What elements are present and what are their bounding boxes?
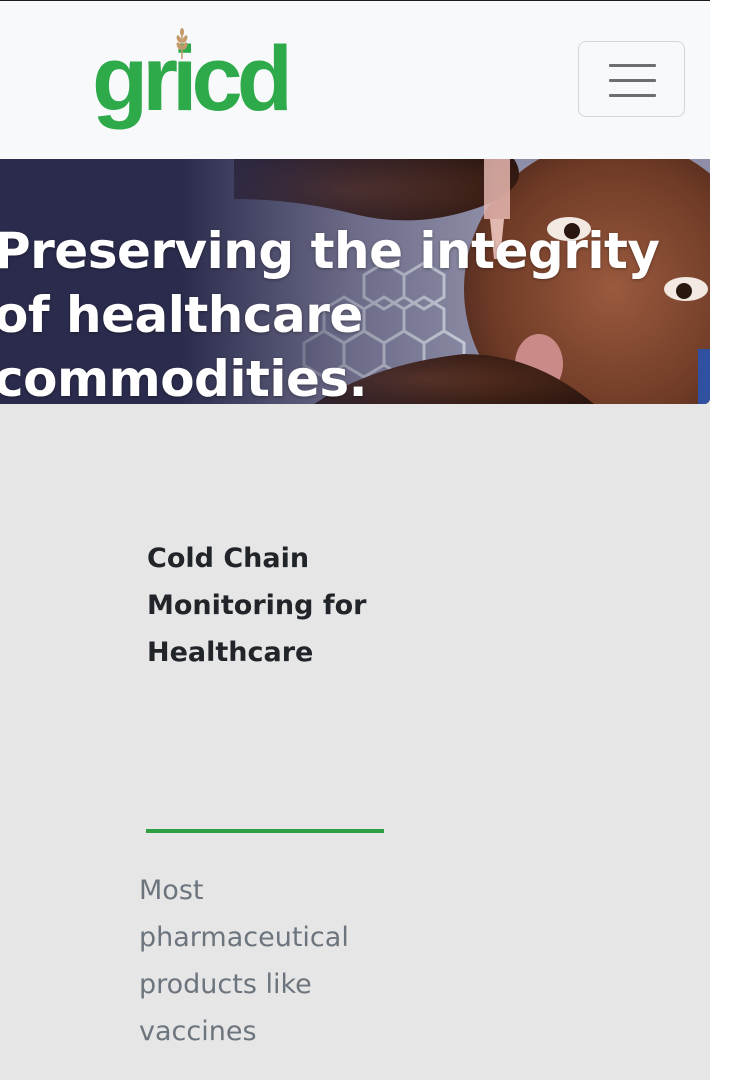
hero-title: Preserving the integrity of healthcare c… bbox=[0, 222, 660, 404]
brand-logo[interactable]: gricd bbox=[92, 23, 293, 135]
menu-toggle-button[interactable] bbox=[578, 41, 685, 117]
page-edge bbox=[710, 0, 732, 1080]
hamburger-icon-bar-bottom bbox=[609, 94, 656, 97]
hamburger-icon-bar-top bbox=[609, 64, 656, 67]
feature-title: Cold Chain Monitoring for Healthcare bbox=[147, 543, 367, 668]
section-divider bbox=[146, 829, 384, 833]
navbar: gricd bbox=[0, 1, 710, 159]
hero-banner: Preserving the integrity of healthcare c… bbox=[0, 159, 710, 404]
page-viewport: gricd Preserving the integrity of health… bbox=[0, 0, 710, 1080]
feature-description: Most pharmaceutical products like vaccin… bbox=[139, 875, 349, 1047]
wheat-icon bbox=[176, 28, 188, 59]
hamburger-icon-bar-middle bbox=[609, 79, 656, 82]
